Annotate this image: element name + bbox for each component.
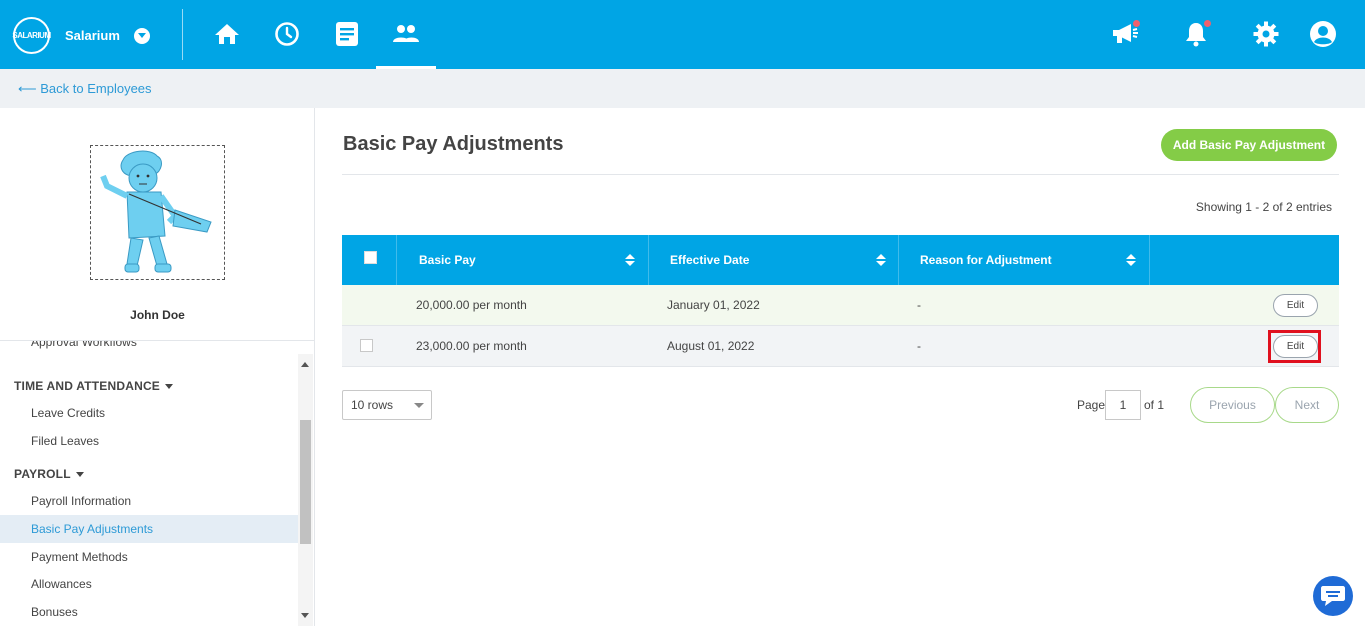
clock-icon[interactable] (273, 20, 301, 48)
page-number-input[interactable]: 1 (1105, 390, 1141, 420)
select-all-checkbox[interactable] (364, 251, 377, 264)
highlight-box (1268, 330, 1321, 363)
cell-reason: - (917, 339, 921, 353)
bell-icon[interactable] (1181, 19, 1212, 49)
row-checkbox[interactable] (360, 339, 373, 352)
select-all-cell (342, 235, 397, 285)
sidebar-item-approval-workflows[interactable]: Approval Workflows (31, 341, 137, 349)
sort-icon[interactable] (1126, 254, 1136, 267)
section-time-and-attendance[interactable]: TIME AND ATTENDANCE (14, 379, 174, 393)
scrollbar-thumb[interactable] (300, 420, 311, 544)
notification-dot (1132, 19, 1141, 28)
next-page-button[interactable]: Next (1275, 387, 1339, 423)
employee-illustration (100, 150, 212, 273)
brand-menu[interactable]: SALARIUM Salarium (12, 17, 150, 54)
sidebar-item-allowances[interactable]: Allowances (0, 570, 298, 598)
sort-icon[interactable] (625, 254, 635, 267)
section-payroll[interactable]: PAYROLL (14, 467, 84, 481)
cell-reason: - (917, 298, 921, 312)
entries-count: Showing 1 - 2 of 2 entries (1195, 200, 1332, 214)
cell-effective-date: January 01, 2022 (667, 298, 760, 312)
megaphone-icon[interactable] (1110, 19, 1141, 49)
sort-icon[interactable] (876, 254, 886, 267)
column-header-basic-pay[interactable]: Basic Pay (397, 235, 649, 285)
caret-down-icon (75, 472, 84, 478)
scroll-up-arrow-icon[interactable] (301, 362, 309, 367)
section-title: PAYROLL (14, 467, 71, 481)
chat-support-button[interactable] (1313, 576, 1353, 616)
caret-down-icon (165, 384, 174, 390)
chat-icon (1321, 586, 1345, 606)
gear-icon[interactable] (1251, 19, 1281, 49)
sidebar-item-basic-pay-adjustments[interactable]: Basic Pay Adjustments (0, 515, 298, 543)
sidebar-item-payroll-information[interactable]: Payroll Information (0, 487, 298, 515)
sidebar-item-filed-leaves[interactable]: Filed Leaves (0, 427, 298, 455)
chevron-down-icon (414, 403, 424, 408)
breadcrumb-bar: ⟵ Back to Employees (0, 69, 1365, 108)
previous-page-button[interactable]: Previous (1190, 387, 1275, 423)
rows-per-page-select[interactable]: 10 rows (342, 390, 432, 420)
cell-basic-pay: 20,000.00 per month (416, 298, 527, 312)
salarium-logo: SALARIUM (12, 17, 51, 54)
avatar (90, 145, 225, 280)
table-row: 23,000.00 per month August 01, 2022 - Ed… (342, 326, 1339, 367)
column-label: Effective Date (670, 253, 750, 267)
page-title: Basic Pay Adjustments (343, 133, 564, 155)
notification-dot (1203, 19, 1212, 28)
divider (342, 174, 1339, 175)
employee-name: John Doe (130, 308, 185, 322)
column-label: Reason for Adjustment (920, 253, 1052, 267)
column-header-reason[interactable]: Reason for Adjustment (899, 235, 1150, 285)
page-label: Page (1077, 398, 1106, 412)
people-icon[interactable] (392, 20, 420, 48)
sidebar-menu: Approval Workflows TIME AND ATTENDANCE L… (0, 341, 298, 626)
add-basic-pay-adjustment-button[interactable]: Add Basic Pay Adjustment (1161, 129, 1337, 161)
chevron-down-icon[interactable] (133, 27, 150, 44)
column-label: Basic Pay (419, 253, 476, 267)
sidebar-scrollbar[interactable] (298, 354, 313, 626)
sidebar-item-leave-credits[interactable]: Leave Credits (0, 399, 298, 427)
sidebar-item-payment-methods[interactable]: Payment Methods (0, 543, 298, 571)
adjustments-table: Basic Pay Effective Date Reason for Adju… (342, 235, 1339, 367)
home-icon[interactable] (213, 20, 241, 48)
document-icon[interactable] (333, 20, 361, 48)
top-navbar: SALARIUM Salarium (0, 0, 1365, 69)
user-icon[interactable] (1308, 19, 1338, 49)
sidebar-item-bonuses[interactable]: Bonuses (0, 598, 298, 626)
rows-per-page-value: 10 rows (351, 398, 394, 412)
table-header: Basic Pay Effective Date Reason for Adju… (342, 235, 1339, 285)
company-name: Salarium (65, 28, 120, 43)
navbar-divider (182, 9, 183, 60)
table-row: 20,000.00 per month January 01, 2022 - E… (342, 285, 1339, 326)
section-title: TIME AND ATTENDANCE (14, 379, 161, 393)
scroll-down-arrow-icon[interactable] (301, 613, 309, 618)
edit-button[interactable]: Edit (1273, 294, 1318, 317)
cell-basic-pay: 23,000.00 per month (416, 339, 527, 353)
employee-sidebar: John Doe Approval Workflows TIME AND ATT… (0, 108, 315, 626)
page-total-label: of 1 (1144, 398, 1165, 412)
cell-effective-date: August 01, 2022 (667, 339, 755, 353)
column-header-effective-date[interactable]: Effective Date (649, 235, 899, 285)
back-to-employees-link[interactable]: ⟵ Back to Employees (18, 81, 152, 97)
